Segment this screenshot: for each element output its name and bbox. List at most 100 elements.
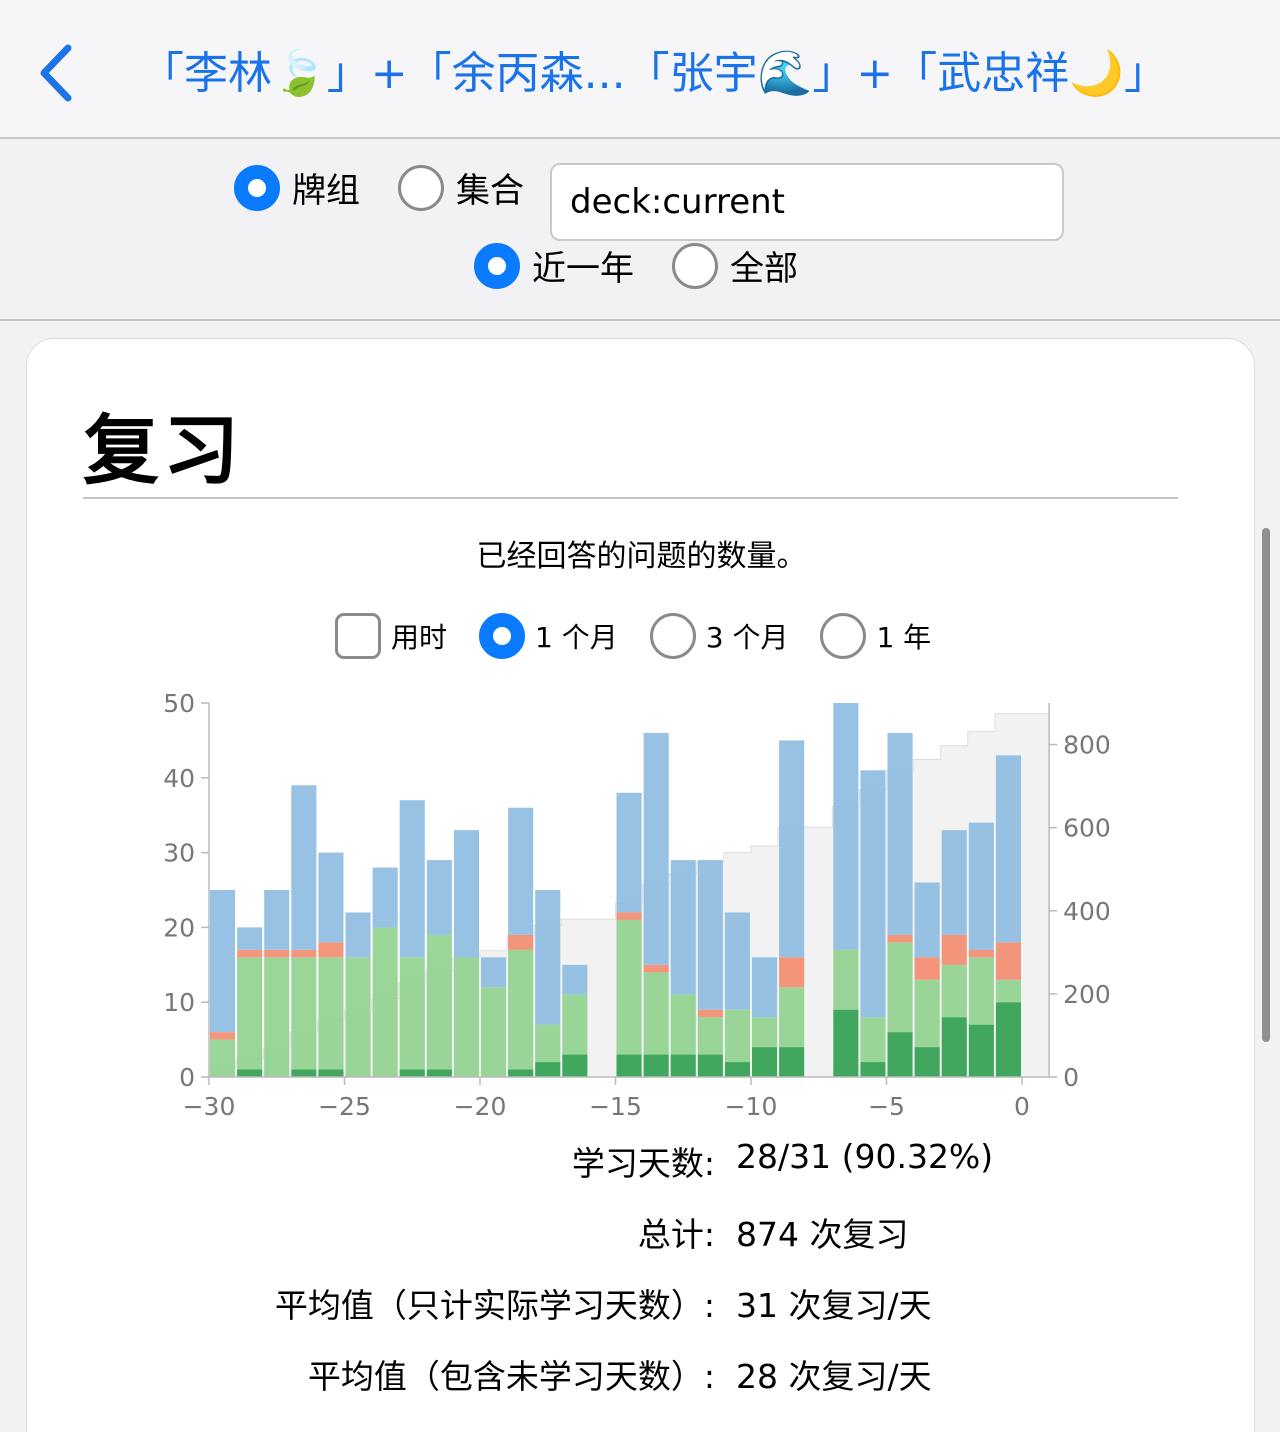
bar-review (724, 912, 750, 1010)
bar-relearn (697, 1009, 723, 1018)
bar-review (914, 882, 940, 958)
bar-mature (752, 1047, 778, 1077)
bar-young (264, 957, 290, 1077)
bar-relearn (318, 942, 344, 958)
bar-mature (860, 1062, 886, 1077)
bar-young (833, 949, 859, 1010)
navigation-bar: 「李林🍃」+「余丙森...「张宇🌊」+「武忠祥🌙」 (0, 0, 1280, 139)
stat-row: 学习天数: 28/31 (90.32%) (27, 1137, 1256, 1187)
back-button[interactable] (30, 38, 90, 108)
bar-young (372, 927, 398, 1077)
bar-review (210, 890, 236, 1033)
bar-review (941, 830, 967, 935)
bar-review (860, 770, 886, 1018)
checkbox-icon[interactable] (335, 613, 381, 659)
bar-review (426, 860, 452, 935)
bar-relearn (264, 949, 290, 958)
radio-unselected-icon[interactable] (672, 242, 718, 289)
stat-label: 平均值（只计实际学习天数）: (274, 1286, 715, 1325)
bar-young (697, 1017, 723, 1055)
stat-value: 28/31 (90.32%) (736, 1137, 994, 1176)
bar-review (752, 957, 778, 1018)
bar-review (237, 927, 263, 950)
bar-young (887, 942, 913, 1033)
x-tick-label: −25 (318, 1092, 371, 1121)
bar-relearn (914, 957, 940, 980)
bar-young (941, 964, 967, 1018)
range-option-1-month[interactable]: 1 个月 (479, 613, 618, 659)
bar-young (724, 1009, 750, 1063)
period-option-all[interactable]: 全部 (672, 241, 798, 290)
bar-young (914, 979, 940, 1048)
time-checkbox-label: 用时 (391, 621, 448, 654)
card-subtitle: 已经回答的问题的数量。 (476, 539, 807, 574)
x-tick-label: −5 (868, 1092, 905, 1121)
stat-row: 总计: 874 次复习 (27, 1208, 1256, 1258)
bar-mature (318, 1069, 344, 1077)
y-tick-label: 10 (163, 988, 195, 1017)
bar-mature (724, 1062, 750, 1077)
time-checkbox[interactable]: 用时 (335, 613, 447, 659)
bar-relearn (968, 949, 994, 958)
bar-review (995, 755, 1021, 943)
bar-relearn (995, 942, 1021, 980)
scrollbar[interactable] (1262, 528, 1270, 1042)
bar-young (562, 994, 588, 1055)
stat-value: 874 次复习 (736, 1215, 909, 1254)
x-tick-label: −10 (725, 1092, 778, 1121)
bar-review (535, 890, 561, 1025)
bar-young (995, 979, 1021, 1003)
stat-value: 28 次复习/天 (736, 1357, 932, 1396)
bar-young (210, 1039, 236, 1077)
bar-review (399, 800, 425, 958)
y2-tick-label: 800 (1063, 731, 1111, 760)
bar-mature (643, 1054, 669, 1077)
period-option-label: 近一年 (532, 249, 634, 289)
bar-relearn (779, 957, 805, 988)
bar-young (318, 957, 344, 1070)
scope-option-deck[interactable]: 牌组 (234, 163, 360, 212)
scope-radio-group: 牌组 集合 (234, 163, 562, 212)
stat-label: 学习天数: (571, 1144, 715, 1183)
radio-selected-icon[interactable] (479, 613, 526, 659)
bar-relearn (887, 934, 913, 943)
bar-mature (616, 1054, 642, 1077)
search-input[interactable] (550, 163, 1064, 241)
bar-mature (941, 1017, 967, 1077)
range-option-3-months[interactable]: 3 个月 (649, 613, 788, 659)
radio-unselected-icon[interactable] (820, 613, 867, 659)
radio-selected-icon[interactable] (474, 242, 520, 289)
bar-mature (535, 1062, 561, 1077)
stat-row: 平均值（只计实际学习天数）: 31 次复习/天 (27, 1279, 1256, 1329)
stat-row: 平均值（包含未学习天数）: 28 次复习/天 (27, 1350, 1256, 1400)
bar-review (291, 785, 317, 950)
scope-option-collection[interactable]: 集合 (398, 163, 524, 212)
bar-review (508, 807, 534, 935)
bar-review (670, 860, 696, 995)
bar-review (616, 792, 642, 913)
range-option-1-year[interactable]: 1 年 (820, 613, 931, 659)
radio-unselected-icon[interactable] (649, 613, 696, 659)
stat-label: 平均值（包含未学习天数）: (307, 1357, 715, 1396)
bar-young (670, 994, 696, 1055)
bar-relearn (210, 1032, 236, 1040)
y-tick-label: 30 (163, 839, 195, 868)
bar-young (752, 1017, 778, 1048)
radio-unselected-icon[interactable] (398, 164, 444, 211)
bar-young (426, 934, 452, 1070)
bar-mature (670, 1054, 696, 1077)
period-option-year[interactable]: 近一年 (474, 241, 634, 290)
bar-relearn (508, 934, 534, 950)
bar-review (372, 867, 398, 928)
radio-selected-icon[interactable] (234, 164, 280, 211)
scope-option-label: 牌组 (292, 171, 360, 211)
bar-young (481, 987, 507, 1077)
y2-tick-label: 600 (1063, 814, 1111, 843)
x-tick-label: −15 (589, 1092, 642, 1121)
bar-mature (697, 1054, 723, 1077)
y2-tick-label: 400 (1063, 897, 1111, 926)
bar-review (453, 830, 479, 958)
bar-mature (508, 1069, 534, 1077)
bar-mature (914, 1047, 940, 1077)
reviews-chart: 0 10 20 30 40 50 0 200 400 600 800 −30 −25 −20 −15 −10 −… (163, 689, 1111, 1121)
